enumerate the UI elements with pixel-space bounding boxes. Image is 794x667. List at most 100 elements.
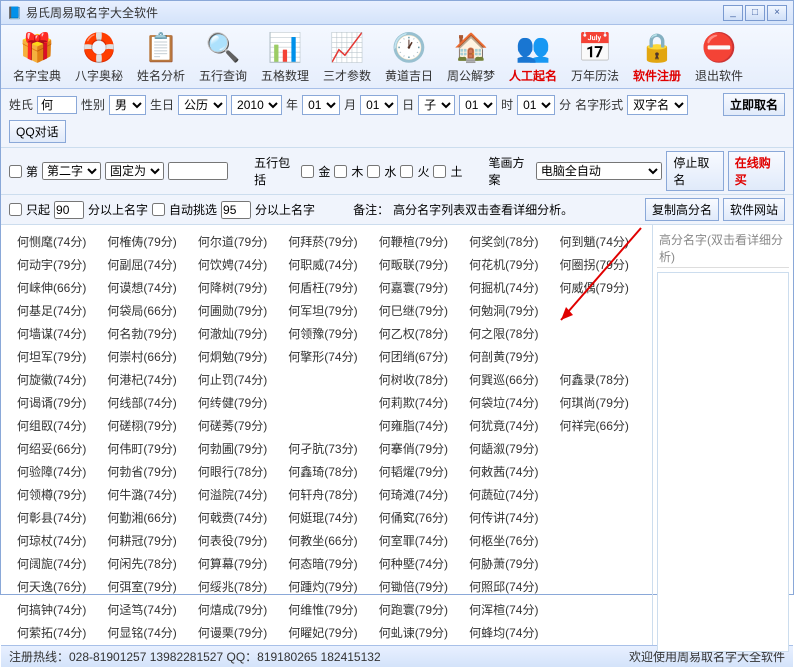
- site-button[interactable]: 软件网站: [723, 198, 785, 221]
- name-cell[interactable]: 何虬谏(79分): [373, 622, 461, 643]
- name-cell[interactable]: 何牛潞(74分): [101, 484, 189, 505]
- name-cell[interactable]: 何琼杖(74分): [11, 530, 99, 551]
- name-cell[interactable]: 何尔道(79分): [192, 231, 280, 252]
- name-cell[interactable]: 何到魈(74分): [554, 231, 642, 252]
- month-select[interactable]: 01: [302, 95, 340, 115]
- name-cell[interactable]: 何盾枉(79分): [282, 277, 370, 298]
- name-cell[interactable]: 何剖黄(79分): [463, 346, 551, 367]
- name-cell[interactable]: 何天逸(76分): [11, 576, 99, 597]
- name-cell[interactable]: 何树收(78分): [373, 369, 461, 390]
- name-cell[interactable]: 何旋徽(74分): [11, 369, 99, 390]
- name-cell[interactable]: 何军坦(79分): [282, 300, 370, 321]
- name-cell[interactable]: 何搞钟(74分): [11, 599, 99, 620]
- score1-input[interactable]: [54, 201, 84, 219]
- name-cell[interactable]: 何态暗(79分): [282, 553, 370, 574]
- name-cell[interactable]: [554, 553, 642, 574]
- name-cell[interactable]: 何勃省(79分): [101, 461, 189, 482]
- name-cell[interactable]: 何萦拓(74分): [11, 622, 99, 643]
- name-cell[interactable]: 何搴俏(79分): [373, 438, 461, 459]
- name-cell[interactable]: 何威偶(79分): [554, 277, 642, 298]
- minimize-button[interactable]: _: [723, 5, 743, 21]
- name-cell[interactable]: 何蔬砬(74分): [463, 484, 551, 505]
- cb-auto[interactable]: [152, 203, 165, 216]
- name-cell[interactable]: [282, 392, 370, 413]
- name-cell[interactable]: 何锄倍(79分): [373, 576, 461, 597]
- zi-select[interactable]: 子: [418, 95, 455, 115]
- toolbar-6[interactable]: 🕐黄道吉日: [381, 29, 437, 84]
- name-cell[interactable]: 何职威(74分): [282, 254, 370, 275]
- name-cell[interactable]: 何领豫(79分): [282, 323, 370, 344]
- name-cell[interactable]: 何巳继(79分): [373, 300, 461, 321]
- name-cell[interactable]: 何弭室(79分): [101, 576, 189, 597]
- name-cell[interactable]: 何琦滩(74分): [373, 484, 461, 505]
- cb-huo[interactable]: [400, 165, 413, 178]
- name-cell[interactable]: 何照邱(74分): [463, 576, 551, 597]
- name-cell[interactable]: 何磋莠(79分): [192, 415, 280, 436]
- name-cell[interactable]: 何基足(74分): [11, 300, 99, 321]
- name-cell[interactable]: 何验障(74分): [11, 461, 99, 482]
- toolbar-8[interactable]: 👥人工起名: [505, 29, 561, 84]
- name-cell[interactable]: 何擎形(74分): [282, 346, 370, 367]
- char-pos-select[interactable]: 第二字: [42, 162, 101, 180]
- name-cell[interactable]: 何鑫琦(78分): [282, 461, 370, 482]
- gender-select[interactable]: 男: [109, 95, 146, 115]
- fixed-input[interactable]: [168, 162, 228, 180]
- name-cell[interactable]: 何组臤(74分): [11, 415, 99, 436]
- year-select[interactable]: 2010: [231, 95, 282, 115]
- cb-shui[interactable]: [367, 165, 380, 178]
- name-cell[interactable]: 何港杞(74分): [101, 369, 189, 390]
- name-cell[interactable]: [554, 599, 642, 620]
- name-cell[interactable]: 何传讲(74分): [463, 507, 551, 528]
- toolbar-1[interactable]: 🛟八字奥秘: [71, 29, 127, 84]
- name-cell[interactable]: 何坦军(79分): [11, 346, 99, 367]
- toolbar-10[interactable]: 🔒软件注册: [629, 29, 685, 84]
- cb-di[interactable]: [9, 165, 22, 178]
- qq-button[interactable]: QQ对话: [9, 120, 66, 143]
- side-listbox[interactable]: [657, 272, 789, 652]
- name-cell[interactable]: 何表役(79分): [192, 530, 280, 551]
- name-cell[interactable]: 何鑫录(78分): [554, 369, 642, 390]
- name-cell[interactable]: 何勤湘(66分): [101, 507, 189, 528]
- name-cell[interactable]: [554, 530, 642, 551]
- name-cell[interactable]: 何谩栗(79分): [192, 622, 280, 643]
- name-cell[interactable]: [554, 507, 642, 528]
- name-cell[interactable]: 何室罪(74分): [373, 530, 461, 551]
- name-cell[interactable]: 何谟想(74分): [101, 277, 189, 298]
- cb-jin[interactable]: [301, 165, 314, 178]
- name-cell[interactable]: 何琪尚(79分): [554, 392, 642, 413]
- name-cell[interactable]: 何巽巡(66分): [463, 369, 551, 390]
- day-select[interactable]: 01: [360, 95, 398, 115]
- name-cell[interactable]: 何彰县(74分): [11, 507, 99, 528]
- name-cell[interactable]: 何圃勋(79分): [192, 300, 280, 321]
- surname-input[interactable]: [37, 96, 77, 114]
- name-cell[interactable]: 何墙谋(74分): [11, 323, 99, 344]
- name-cell[interactable]: 何勉洞(79分): [463, 300, 551, 321]
- toolbar-11[interactable]: ⛔退出软件: [691, 29, 747, 84]
- name-cell[interactable]: 何乙权(78分): [373, 323, 461, 344]
- toolbar-0[interactable]: 🎁名字宝典: [9, 29, 65, 84]
- name-cell[interactable]: 何莉欺(74分): [373, 392, 461, 413]
- name-cell[interactable]: [282, 415, 370, 436]
- name-cell[interactable]: 何伟町(79分): [101, 438, 189, 459]
- name-cell[interactable]: [554, 484, 642, 505]
- name-cell[interactable]: 何畈联(79分): [373, 254, 461, 275]
- name-cell[interactable]: 何奖剑(78分): [463, 231, 551, 252]
- name-cell[interactable]: 何犹竟(74分): [463, 415, 551, 436]
- name-cell[interactable]: 何胁萧(79分): [463, 553, 551, 574]
- name-cell[interactable]: 何熺成(79分): [192, 599, 280, 620]
- name-cell[interactable]: 何耕冠(79分): [101, 530, 189, 551]
- name-cell[interactable]: [554, 576, 642, 597]
- name-cell[interactable]: [554, 438, 642, 459]
- name-cell[interactable]: 何轩舟(78分): [282, 484, 370, 505]
- name-cell[interactable]: 何龉溆(79分): [463, 438, 551, 459]
- calendar-select[interactable]: 公历: [178, 95, 227, 115]
- name-cell[interactable]: 何矅妃(79分): [282, 622, 370, 643]
- name-cell[interactable]: 何阔旎(74分): [11, 553, 99, 574]
- toolbar-7[interactable]: 🏠周公解梦: [443, 29, 499, 84]
- name-cell[interactable]: 何迳笃(74分): [101, 599, 189, 620]
- name-cell[interactable]: 何维惟(79分): [282, 599, 370, 620]
- cb-mu[interactable]: [334, 165, 347, 178]
- name-cell[interactable]: 何俑䆒(76分): [373, 507, 461, 528]
- name-cell[interactable]: 何花机(79分): [463, 254, 551, 275]
- min-select[interactable]: 01: [517, 95, 555, 115]
